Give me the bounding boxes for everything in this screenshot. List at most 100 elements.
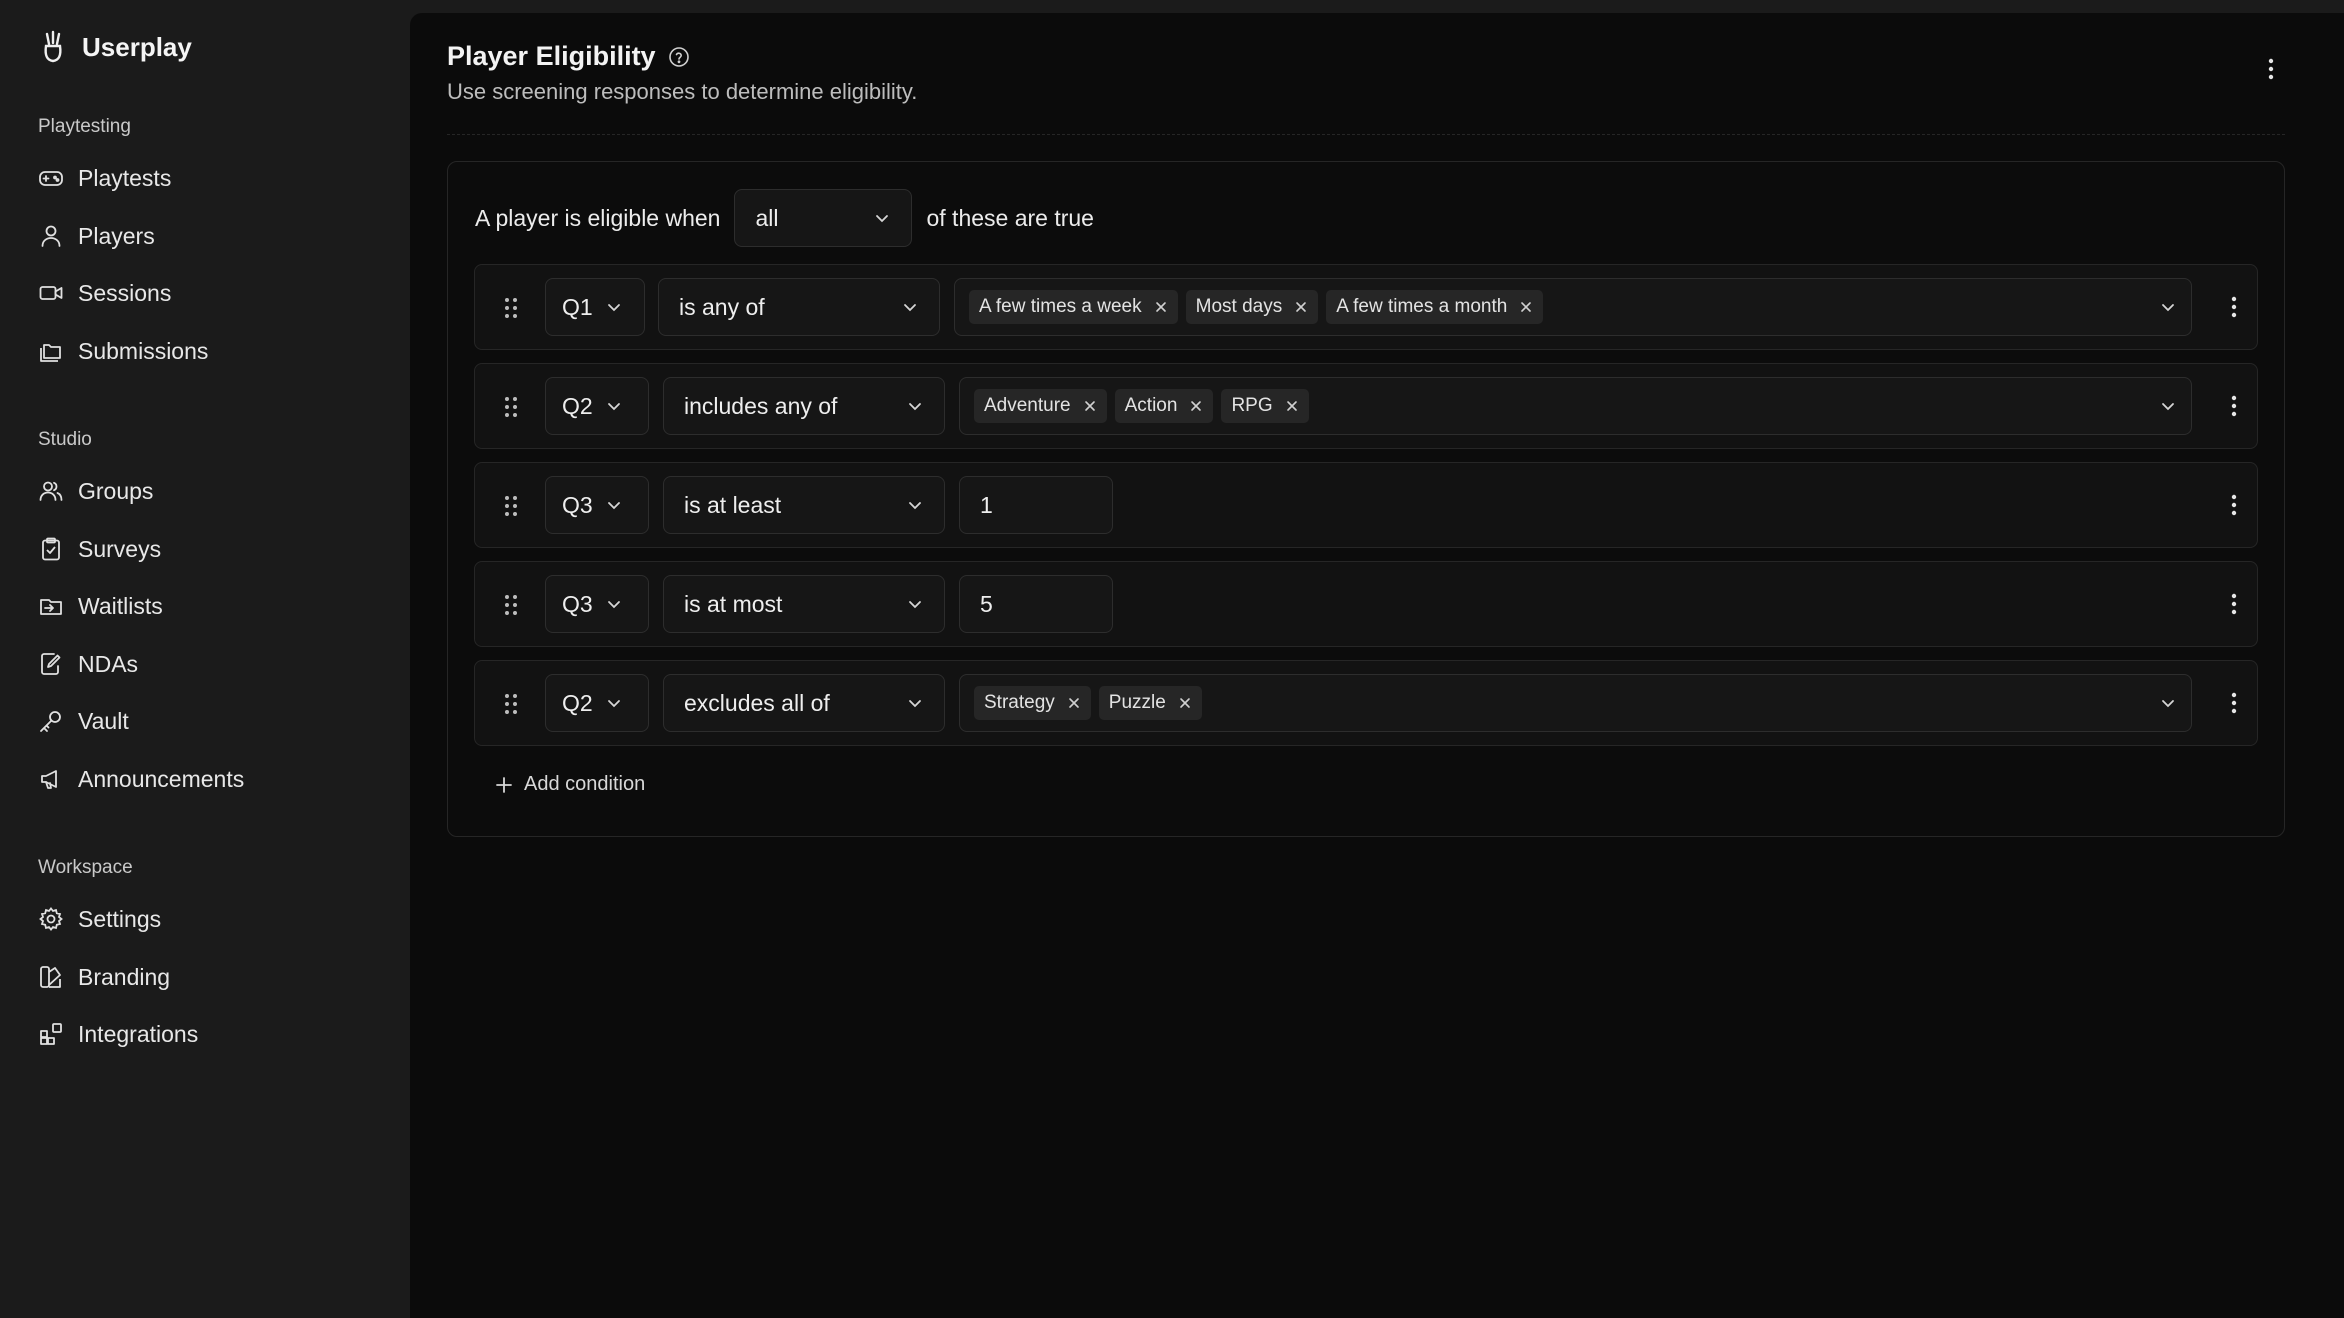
nav-heading-playtesting: Playtesting bbox=[38, 116, 131, 137]
chevron-down-icon bbox=[909, 601, 921, 609]
number-input[interactable]: 1 bbox=[959, 476, 1113, 534]
value-chip: Puzzle bbox=[1098, 686, 1202, 720]
help-circle-icon[interactable] bbox=[668, 46, 690, 68]
page-title: Player Eligibility bbox=[447, 41, 690, 72]
drag-handle-icon[interactable] bbox=[499, 592, 523, 618]
values-multiselect[interactable]: Strategy Puzzle bbox=[959, 674, 2192, 732]
gamepad-icon bbox=[39, 171, 63, 186]
drag-handle-icon[interactable] bbox=[499, 295, 523, 321]
operator-select[interactable]: is any of bbox=[658, 278, 940, 336]
condition-more-menu-button[interactable] bbox=[2219, 287, 2249, 327]
gear-icon bbox=[39, 907, 63, 931]
number-input[interactable]: 5 bbox=[959, 575, 1113, 633]
condition-more-menu-button[interactable] bbox=[2219, 683, 2249, 723]
operator-value: is any of bbox=[679, 293, 765, 320]
chevron-down-icon bbox=[607, 304, 620, 312]
sidebar-item-label: Integrations bbox=[78, 1020, 199, 1047]
operator-value: includes any of bbox=[684, 392, 838, 419]
sidebar-item-settings[interactable]: Settings bbox=[38, 899, 378, 939]
sidebar-item-groups[interactable]: Groups bbox=[38, 471, 378, 511]
rule-prefix: A player is eligible when bbox=[475, 204, 721, 231]
value-chip: A few times a month bbox=[1326, 290, 1544, 324]
remove-chip-icon[interactable] bbox=[1285, 399, 1299, 413]
condition-more-menu-button[interactable] bbox=[2219, 584, 2249, 624]
question-select[interactable]: Q1 bbox=[545, 278, 645, 336]
question-select[interactable]: Q3 bbox=[545, 476, 649, 534]
sidebar-item-label: Waitlists bbox=[78, 592, 163, 619]
chip-label: Most days bbox=[1195, 296, 1283, 317]
condition-more-menu-button[interactable] bbox=[2219, 485, 2249, 525]
sidebar-item-label: Sessions bbox=[78, 279, 172, 306]
sidebar-item-submissions[interactable]: Submissions bbox=[38, 331, 378, 371]
sidebar-item-label: Players bbox=[78, 222, 155, 249]
sidebar-item-waitlists[interactable]: Waitlists bbox=[38, 586, 378, 626]
nav-heading-workspace: Workspace bbox=[38, 857, 133, 878]
question-select[interactable]: Q3 bbox=[545, 575, 649, 633]
sidebar-item-playtests[interactable]: Playtests bbox=[38, 158, 378, 198]
values-multiselect[interactable]: Adventure Action RPG bbox=[959, 377, 2192, 435]
selected-values: Adventure Action RPG bbox=[974, 389, 1309, 423]
question-select[interactable]: Q2 bbox=[545, 674, 649, 732]
more-vertical-icon bbox=[2231, 395, 2237, 417]
sidebar-item-players[interactable]: Players bbox=[38, 216, 378, 256]
remove-chip-icon[interactable] bbox=[1178, 696, 1192, 710]
value-chip: Most days bbox=[1185, 290, 1319, 324]
question-select[interactable]: Q2 bbox=[545, 377, 649, 435]
operator-select[interactable]: excludes all of bbox=[663, 674, 945, 732]
condition-more-menu-button[interactable] bbox=[2219, 386, 2249, 426]
chevron-down-icon bbox=[607, 700, 620, 708]
match-mode-value: all bbox=[755, 204, 779, 231]
chip-label: Strategy bbox=[984, 692, 1055, 713]
sidebar-item-sessions[interactable]: Sessions bbox=[38, 273, 378, 313]
chevron-down-icon bbox=[607, 403, 620, 411]
operator-value: excludes all of bbox=[684, 689, 830, 716]
rule-sentence: A player is eligible when all of these a… bbox=[475, 189, 1094, 247]
remove-chip-icon[interactable] bbox=[1154, 300, 1168, 314]
operator-select[interactable]: is at least bbox=[663, 476, 945, 534]
waitlist-icon bbox=[40, 599, 62, 615]
sidebar-item-ndas[interactable]: NDAs bbox=[38, 644, 378, 684]
value-chip: Strategy bbox=[974, 686, 1091, 720]
question-value: Q3 bbox=[562, 491, 593, 518]
more-vertical-icon bbox=[2231, 692, 2237, 714]
drag-handle-icon[interactable] bbox=[499, 493, 523, 519]
more-vertical-icon bbox=[2231, 494, 2237, 516]
sidebar-item-label: Submissions bbox=[78, 337, 209, 364]
operator-select[interactable]: is at most bbox=[663, 575, 945, 633]
values-multiselect[interactable]: A few times a week Most days A few times… bbox=[954, 278, 2192, 336]
remove-chip-icon[interactable] bbox=[1189, 399, 1203, 413]
operator-select[interactable]: includes any of bbox=[663, 377, 945, 435]
palette-icon bbox=[40, 966, 61, 988]
page-more-menu-button[interactable] bbox=[2256, 49, 2286, 89]
chevron-down-icon bbox=[2162, 403, 2174, 411]
remove-chip-icon[interactable] bbox=[1294, 300, 1308, 314]
sidebar-item-surveys[interactable]: Surveys bbox=[38, 529, 378, 569]
question-value: Q3 bbox=[562, 590, 593, 617]
brand[interactable]: Userplay bbox=[38, 30, 192, 64]
chevron-down-icon bbox=[607, 601, 620, 609]
chip-label: Puzzle bbox=[1108, 692, 1166, 713]
integrations-icon bbox=[40, 1023, 62, 1045]
brand-name: Userplay bbox=[82, 31, 192, 62]
chip-label: A few times a month bbox=[1336, 296, 1508, 317]
chevron-down-icon bbox=[904, 304, 916, 312]
sidebar-item-integrations[interactable]: Integrations bbox=[38, 1014, 378, 1054]
user-icon bbox=[41, 225, 61, 247]
match-mode-select[interactable]: all bbox=[734, 189, 913, 247]
remove-chip-icon[interactable] bbox=[1067, 696, 1081, 710]
drag-handle-icon[interactable] bbox=[499, 691, 523, 717]
value-chip: Adventure bbox=[974, 389, 1107, 423]
value-chip: RPG bbox=[1221, 389, 1309, 423]
sidebar-item-announcements[interactable]: Announcements bbox=[38, 759, 378, 799]
header-divider bbox=[447, 134, 2285, 135]
page-subtitle: Use screening responses to determine eli… bbox=[447, 79, 918, 104]
sidebar-item-vault[interactable]: Vault bbox=[38, 701, 378, 741]
remove-chip-icon[interactable] bbox=[1519, 300, 1533, 314]
remove-chip-icon[interactable] bbox=[1083, 399, 1097, 413]
add-condition-label: Add condition bbox=[524, 773, 646, 795]
drag-handle-icon[interactable] bbox=[499, 394, 523, 420]
question-value: Q2 bbox=[562, 392, 593, 419]
sidebar-item-branding[interactable]: Branding bbox=[38, 957, 378, 997]
condition-row: Q2 includes any of Adventure Action RPG bbox=[474, 363, 2258, 449]
add-condition-button[interactable]: Add condition bbox=[494, 773, 645, 796]
